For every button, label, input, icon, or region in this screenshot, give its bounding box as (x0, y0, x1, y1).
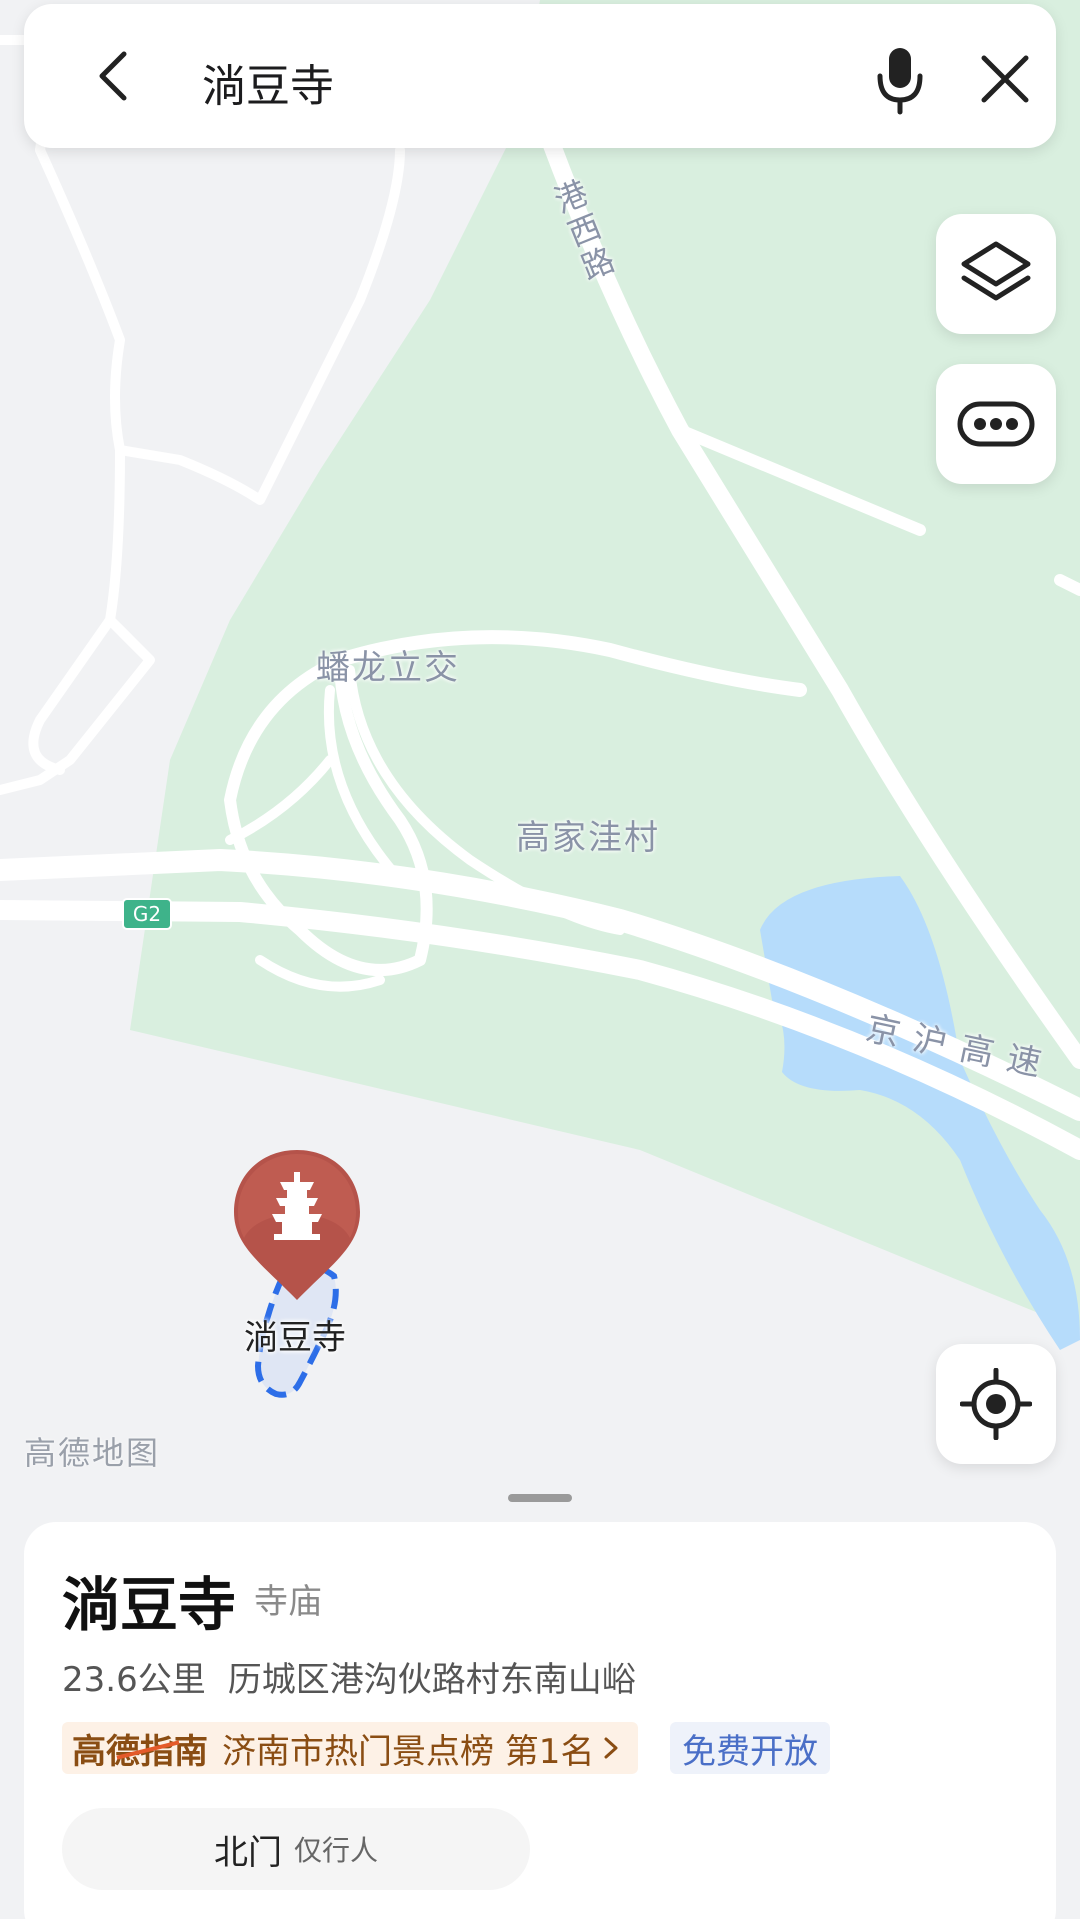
locate-button[interactable] (936, 1344, 1056, 1464)
entrance-name: 北门 (213, 1832, 282, 1873)
poi-pin-icon[interactable] (230, 1146, 364, 1304)
sheet-drag-handle[interactable] (508, 1494, 572, 1502)
poi-label[interactable]: 淌豆寺 (244, 1310, 346, 1359)
layers-button[interactable] (936, 214, 1056, 334)
place-category: 寺庙 (254, 1582, 322, 1622)
address-row: 23.6公里 历城区港沟伙路村东南山峪 (62, 1652, 636, 1701)
more-button[interactable] (936, 364, 1056, 484)
interchange-label: 蟠龙立交 (316, 648, 460, 688)
guide-logo: 高德指南 (72, 1724, 208, 1773)
place-detail-sheet[interactable]: 淌豆寺 寺庙 23.6公里 历城区港沟伙路村东南山峪 高德指南 济南市热门景点榜 … (24, 1522, 1056, 1919)
entrance-note: 仅行人 (293, 1834, 378, 1867)
layers-icon (961, 241, 1031, 301)
place-address: 历城区港沟伙路村东南山峪 (227, 1660, 636, 1700)
free-admission-tag: 免费开放 (670, 1722, 830, 1774)
village-label: 高家洼村 (516, 818, 660, 858)
close-icon[interactable] (976, 50, 1034, 108)
more-icon (957, 401, 1035, 447)
chevron-right-icon (604, 1737, 618, 1759)
map-brand-logo: 高德地图 (24, 1434, 161, 1472)
place-name: 淌豆寺 (62, 1571, 237, 1639)
place-distance: 23.6公里 (62, 1660, 206, 1700)
highway-badge: G2 (122, 898, 172, 930)
back-icon[interactable] (86, 46, 146, 106)
entrance-north-button[interactable]: 北门 仅行人 (62, 1808, 530, 1890)
search-query[interactable]: 淌豆寺 (202, 50, 334, 114)
locate-icon (960, 1368, 1032, 1440)
ranking-text: 济南市热门景点榜 第1名 (222, 1731, 595, 1772)
search-bar[interactable]: 淌豆寺 (24, 4, 1056, 148)
ranking-tag[interactable]: 高德指南 济南市热门景点榜 第1名 (62, 1722, 639, 1774)
microphone-icon[interactable] (872, 44, 928, 116)
